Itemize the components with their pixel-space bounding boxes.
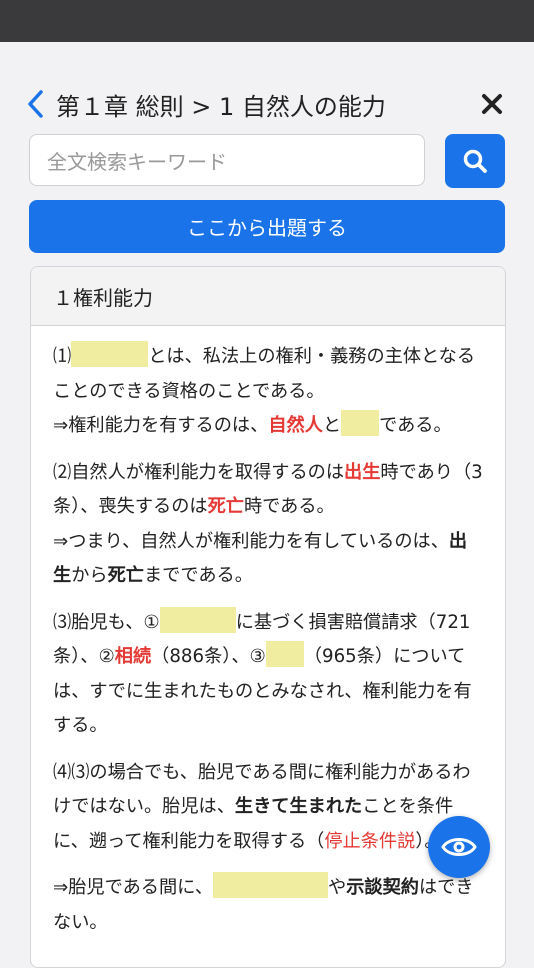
status-bar — [0, 0, 534, 42]
search-icon — [463, 149, 487, 173]
emphasis-text: 相続 — [114, 646, 152, 667]
bold-text: 示談契約 — [346, 877, 419, 898]
header: 第１章 総則 > 1 自然人の能力 — [26, 84, 508, 124]
text: ⑶胎児も、① — [53, 611, 160, 633]
blank-highlight[interactable] — [159, 606, 236, 633]
search-row: 全文検索キーワード — [29, 134, 506, 188]
emphasis-text: 自然人 — [268, 415, 323, 436]
paragraph-2: ⑵自然人が権利能力を取得するのは出生時であり（3条）、喪失するのは死亡時である。… — [53, 456, 483, 594]
text: 時である。 — [243, 496, 335, 517]
text: ⇒権利能力を有するのは、 — [53, 415, 269, 436]
close-icon[interactable] — [476, 88, 508, 120]
section-title: １権利能力 — [31, 267, 505, 326]
paragraph-1: ⑴ とは、私法上の権利・義務の主体となることのできる資格のことである。 ⇒権利能力… — [53, 340, 483, 444]
text: から — [71, 565, 108, 586]
emphasis-text: 出生 — [344, 461, 381, 483]
text: ⑵自然人が権利能力を取得するのは — [53, 461, 345, 483]
bold-text: 死亡 — [107, 565, 144, 586]
page-title: 第１章 総則 > 1 自然人の能力 — [56, 92, 386, 121]
text: と — [322, 415, 342, 436]
toggle-answers-button[interactable] — [428, 816, 490, 878]
search-button[interactable] — [445, 134, 505, 188]
text: や — [328, 877, 347, 898]
bold-text: 生きて生まれた — [234, 796, 363, 817]
text: ⇒つまり、自然人が権利能力を有しているのは、 — [53, 530, 449, 552]
paragraph-5: ⇒胎児である間に、 や示談契約はできない。 — [53, 871, 483, 940]
blank-highlight[interactable] — [341, 410, 380, 436]
paragraph-4: ⑷⑶の場合でも、胎児である間に権利能力があるわけではない。胎児は、生きて生まれた… — [53, 756, 483, 860]
search-input[interactable]: 全文検索キーワード — [29, 134, 425, 186]
eye-icon — [441, 838, 477, 856]
start-quiz-button[interactable]: ここから出題する — [29, 200, 505, 253]
text: ⇒胎児である間に、 — [53, 877, 214, 898]
text: である。 — [379, 415, 452, 436]
para-number: ⑴ — [53, 346, 72, 367]
text: までである。 — [143, 565, 253, 586]
emphasis-text: 停止条件説 — [324, 830, 416, 852]
emphasis-text: 死亡 — [207, 496, 244, 517]
chevron-left-icon[interactable] — [26, 84, 50, 124]
paragraph-3: ⑶胎児も、① に基づく損害賠償請求（721条）、②相続（886条）、③ （965条）… — [53, 606, 483, 744]
text: （886条）、③ — [151, 646, 266, 667]
blank-highlight[interactable] — [71, 341, 149, 367]
blank-highlight[interactable] — [213, 872, 329, 898]
blank-highlight[interactable] — [265, 641, 304, 667]
